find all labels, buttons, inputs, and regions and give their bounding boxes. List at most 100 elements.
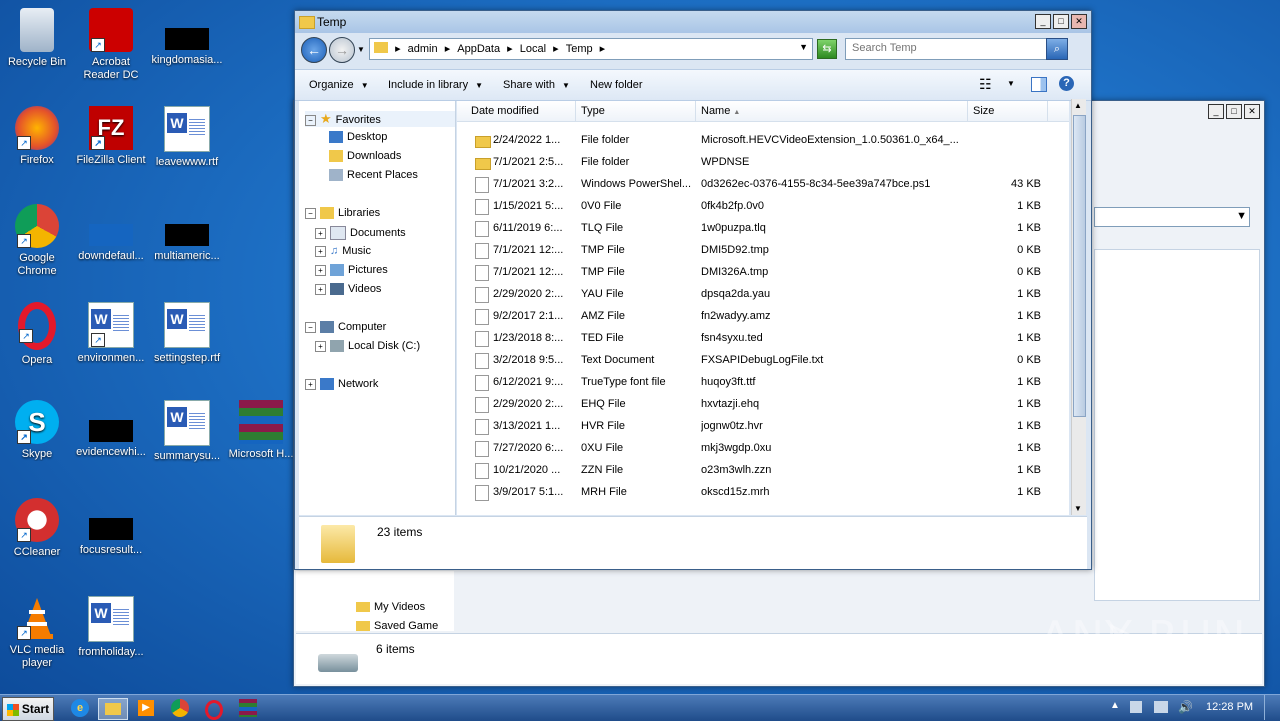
table-row[interactable]: 3/13/2021 1... HVR File jognw0tz.hvr 1 KB: [457, 415, 1069, 437]
nav-videos[interactable]: + Videos: [315, 283, 381, 296]
column-size[interactable]: Size: [973, 105, 994, 117]
bg-close-button[interactable]: ✕: [1244, 104, 1260, 119]
nav-local-disk[interactable]: + Local Disk (C:): [315, 340, 420, 353]
nav-pictures[interactable]: + Pictures: [315, 264, 388, 277]
column-date-modified[interactable]: Date modified: [471, 105, 539, 117]
evidencewhi-icon[interactable]: evidencewhi...: [74, 420, 148, 459]
breadcrumb-appdata[interactable]: AppData: [457, 43, 500, 55]
expand-icon[interactable]: +: [305, 378, 316, 390]
forward-button[interactable]: →: [329, 37, 355, 63]
table-row[interactable]: 7/1/2021 2:5... File folder WPDNSE: [457, 151, 1069, 173]
chrome-taskbar-icon[interactable]: [168, 698, 192, 718]
breadcrumb-separator-icon[interactable]: ▸: [600, 42, 606, 55]
search-input[interactable]: [850, 41, 1044, 55]
organize-button[interactable]: Organize ▼: [309, 79, 369, 91]
breadcrumb-temp[interactable]: Temp: [566, 43, 593, 55]
kingdomasia-icon[interactable]: kingdomasia...: [150, 28, 224, 67]
help-icon[interactable]: ?: [1059, 76, 1074, 91]
show-desktop-button[interactable]: [1264, 695, 1279, 720]
winrar-taskbar-icon[interactable]: [236, 698, 260, 718]
bg-address-dropdown[interactable]: ▼: [1094, 207, 1250, 227]
nav-computer[interactable]: − Computer: [305, 321, 386, 334]
show-hidden-icons[interactable]: ▲: [1110, 700, 1120, 711]
vertical-scrollbar[interactable]: ▲ ▼: [1071, 99, 1086, 515]
my-videos-item[interactable]: My Videos: [356, 601, 425, 613]
nav-music[interactable]: + ♫ Music: [315, 245, 371, 257]
nav-downloads[interactable]: Downloads: [329, 150, 401, 163]
table-row[interactable]: 3/9/2017 5:1... MRH File okscd15z.mrh 1 KB: [457, 481, 1069, 503]
column-divider[interactable]: [1047, 101, 1048, 121]
column-divider[interactable]: [967, 101, 968, 121]
fromholiday-icon[interactable]: fromholiday...: [74, 596, 148, 659]
winrar-icon[interactable]: Microsoft H...: [224, 400, 298, 461]
expand-icon[interactable]: +: [315, 283, 326, 295]
chevron-down-icon[interactable]: ▼: [1007, 79, 1015, 88]
breadcrumb-local[interactable]: Local: [520, 43, 546, 55]
breadcrumb-separator-icon[interactable]: ▸: [553, 42, 559, 55]
volume-icon[interactable]: 🔊: [1178, 700, 1193, 714]
nav-libraries[interactable]: − Libraries: [305, 207, 380, 220]
new-folder-button[interactable]: New folder: [590, 79, 643, 91]
breadcrumb[interactable]: ▸ admin ▸ AppData ▸ Local ▸ Temp ▸ ▼: [369, 38, 813, 60]
flag-icon[interactable]: [1130, 701, 1142, 713]
search-icon[interactable]: ⌕: [1046, 38, 1068, 60]
history-dropdown-icon[interactable]: ▼: [357, 45, 365, 54]
collapse-icon[interactable]: −: [305, 114, 316, 126]
refresh-button[interactable]: ⇆: [817, 39, 837, 59]
table-row[interactable]: 1/15/2021 5:... 0V0 File 0fk4b2fp.0v0 1 KB: [457, 195, 1069, 217]
network-tray-icon[interactable]: [1154, 701, 1168, 713]
table-row[interactable]: 2/24/2022 1... File folder Microsoft.HEVCV…: [457, 129, 1069, 151]
collapse-icon[interactable]: −: [305, 207, 316, 219]
leavewww-rtf-icon[interactable]: leavewww.rtf: [150, 106, 224, 169]
saved-games-item[interactable]: Saved Game: [356, 620, 438, 632]
table-row[interactable]: 9/2/2017 2:1... AMZ File fn2wadyy.amz 1 KB: [457, 305, 1069, 327]
nav-favorites[interactable]: − ★ Favorites: [305, 111, 455, 127]
table-row[interactable]: 3/2/2018 9:5... Text Document FXSAPIDebugL…: [457, 349, 1069, 371]
vlc-icon[interactable]: ↗ VLC media player: [0, 596, 74, 670]
table-row[interactable]: 7/1/2021 12:... TMP File DMI326A.tmp 0 KB: [457, 261, 1069, 283]
downdefault-icon[interactable]: downdefaul...: [74, 224, 148, 263]
focusresult-icon[interactable]: focusresult...: [74, 518, 148, 557]
table-row[interactable]: 7/1/2021 3:2... Windows PowerShel... 0d326…: [457, 173, 1069, 195]
share-with-button[interactable]: Share with ▼: [503, 79, 570, 91]
column-type[interactable]: Type: [581, 105, 605, 117]
search-box[interactable]: ⌕: [845, 38, 1068, 60]
multiameric-icon[interactable]: multiameric...: [150, 224, 224, 263]
preview-pane-icon[interactable]: [1031, 77, 1047, 92]
table-row[interactable]: 10/21/2020 ... ZZN File o23m3wlh.zzn 1 KB: [457, 459, 1069, 481]
breadcrumb-separator-icon[interactable]: ▸: [507, 42, 513, 55]
acrobat-reader-icon[interactable]: ↗ Acrobat Reader DC: [74, 8, 148, 82]
expand-icon[interactable]: +: [315, 340, 326, 352]
firefox-icon[interactable]: ↗ Firefox: [0, 106, 74, 167]
expand-icon[interactable]: +: [315, 245, 326, 257]
recycle-bin-icon[interactable]: Recycle Bin: [0, 8, 74, 69]
breadcrumb-separator-icon[interactable]: ▸: [395, 42, 401, 55]
nav-desktop[interactable]: Desktop: [329, 131, 387, 144]
column-divider[interactable]: [695, 101, 696, 121]
nav-network[interactable]: + Network: [305, 378, 378, 391]
start-button[interactable]: Start: [2, 697, 54, 721]
column-divider[interactable]: [575, 101, 576, 121]
view-options-icon[interactable]: ☷: [979, 76, 992, 93]
expand-icon[interactable]: +: [315, 264, 326, 276]
bg-maximize-button[interactable]: □: [1226, 104, 1242, 119]
table-row[interactable]: 6/12/2021 9:... TrueType font file huqoy3f…: [457, 371, 1069, 393]
explorer-taskbar-icon[interactable]: [98, 698, 128, 720]
settingstep-rtf-icon[interactable]: settingstep.rtf: [150, 302, 224, 365]
internet-explorer-icon[interactable]: e: [68, 698, 92, 718]
skype-icon[interactable]: S ↗ Skype: [0, 400, 74, 461]
opera-icon[interactable]: ↗ Opera: [0, 302, 74, 367]
close-button[interactable]: ✕: [1071, 14, 1087, 29]
collapse-icon[interactable]: −: [305, 321, 316, 333]
google-chrome-icon[interactable]: ↗ Google Chrome: [0, 204, 74, 278]
bg-minimize-button[interactable]: _: [1208, 104, 1224, 119]
table-row[interactable]: 7/1/2021 12:... TMP File DMI5D92.tmp 0 KB: [457, 239, 1069, 261]
nav-recent-places[interactable]: Recent Places: [329, 169, 418, 182]
back-button[interactable]: ←: [301, 37, 327, 63]
media-player-icon[interactable]: ▶: [134, 698, 158, 718]
expand-icon[interactable]: +: [315, 227, 326, 239]
column-name[interactable]: Name ▲: [701, 105, 740, 117]
ccleaner-icon[interactable]: ↗ CCleaner: [0, 498, 74, 559]
summarysu-icon[interactable]: summarysu...: [150, 400, 224, 463]
minimize-button[interactable]: _: [1035, 14, 1051, 29]
